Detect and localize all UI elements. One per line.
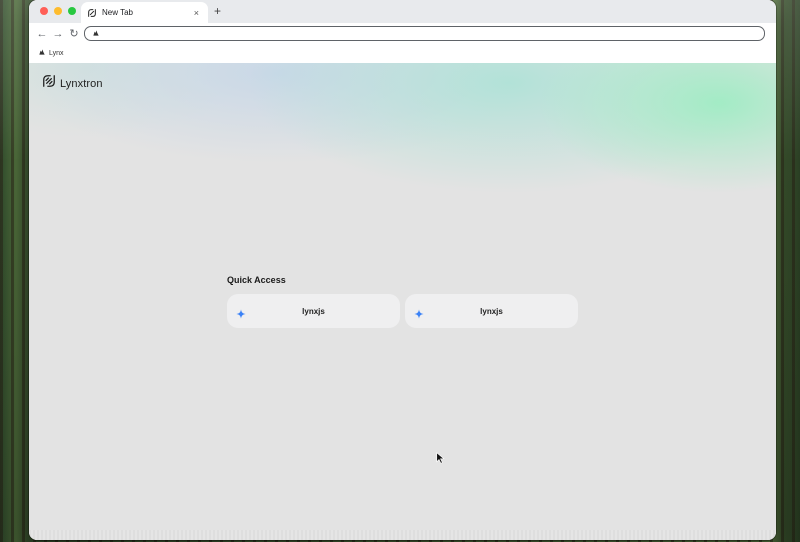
quick-access-item[interactable]: lynxjs (405, 294, 578, 328)
minimize-window-button[interactable] (54, 7, 62, 15)
toolbar: ← → ↻ (29, 23, 776, 45)
lynx-icon (38, 48, 46, 58)
lynx-icon (92, 29, 100, 39)
tab-new-tab[interactable]: New Tab × (81, 2, 208, 23)
close-window-button[interactable] (40, 7, 48, 15)
lynxtron-tab-icon (87, 8, 97, 18)
maximize-window-button[interactable] (68, 7, 76, 15)
brand: Lynxtron (42, 74, 103, 93)
sparkle-icon (236, 306, 246, 319)
back-button[interactable]: ← (35, 27, 49, 41)
browser-window: New Tab × + ← → ↻ Lynx Lynxtron Quick Ac… (29, 0, 776, 540)
address-bar[interactable] (84, 26, 765, 41)
bookmark-lynx[interactable]: Lynx (38, 48, 64, 58)
mouse-pointer-icon (436, 451, 445, 469)
quick-access-item[interactable]: lynxjs (227, 294, 400, 328)
reload-button[interactable]: ↻ (67, 27, 81, 41)
window-controls (40, 7, 76, 15)
address-input[interactable] (104, 29, 764, 38)
new-tab-button[interactable]: + (214, 4, 221, 18)
quick-access-title: Quick Access (227, 275, 286, 285)
tab-close-icon[interactable]: × (194, 8, 199, 18)
lynxtron-logo-icon (42, 74, 56, 93)
forward-button[interactable]: → (51, 27, 65, 41)
gradient-banner (29, 63, 776, 293)
new-tab-page: Lynxtron Quick Access lynxjs lynxjs (29, 63, 776, 540)
bookmarks-bar: Lynx (29, 45, 776, 64)
bookmark-label: Lynx (49, 49, 64, 57)
sparkle-icon (414, 306, 424, 319)
title-bar: New Tab × + (29, 0, 776, 23)
bottom-edge (29, 530, 776, 540)
quick-access-label: lynxjs (480, 306, 503, 316)
tab-title: New Tab (102, 8, 133, 17)
quick-access-label: lynxjs (302, 306, 325, 316)
brand-name: Lynxtron (60, 77, 103, 90)
